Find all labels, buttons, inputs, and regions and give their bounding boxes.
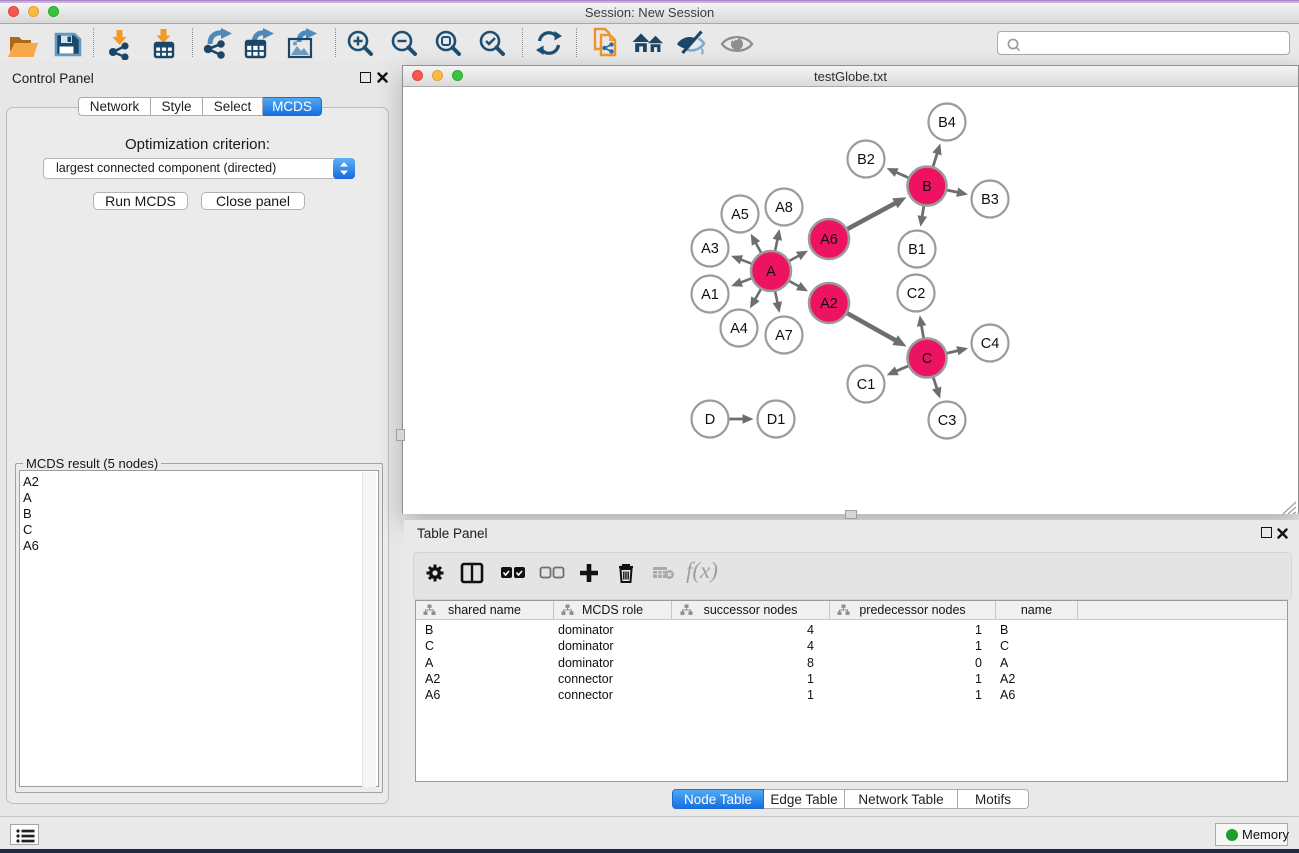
svg-text:A3: A3 xyxy=(701,241,719,257)
svg-text:A2: A2 xyxy=(820,296,838,312)
svg-text:B: B xyxy=(922,179,932,195)
svg-text:B1: B1 xyxy=(908,242,926,258)
svg-text:A6: A6 xyxy=(820,232,838,248)
svg-text:C4: C4 xyxy=(981,336,1000,352)
svg-text:A: A xyxy=(766,264,776,280)
svg-text:C2: C2 xyxy=(907,286,926,302)
svg-text:B3: B3 xyxy=(981,192,999,208)
svg-text:A7: A7 xyxy=(775,328,793,344)
svg-text:A8: A8 xyxy=(775,200,793,216)
svg-text:B4: B4 xyxy=(938,115,956,131)
svg-text:A5: A5 xyxy=(731,207,749,223)
svg-text:C3: C3 xyxy=(938,413,957,429)
svg-text:D1: D1 xyxy=(767,412,786,428)
svg-text:A4: A4 xyxy=(730,321,748,337)
svg-text:B2: B2 xyxy=(857,152,875,168)
svg-text:C: C xyxy=(922,351,932,367)
svg-text:A1: A1 xyxy=(701,287,719,303)
svg-text:C1: C1 xyxy=(857,377,876,393)
svg-text:D: D xyxy=(705,412,715,428)
